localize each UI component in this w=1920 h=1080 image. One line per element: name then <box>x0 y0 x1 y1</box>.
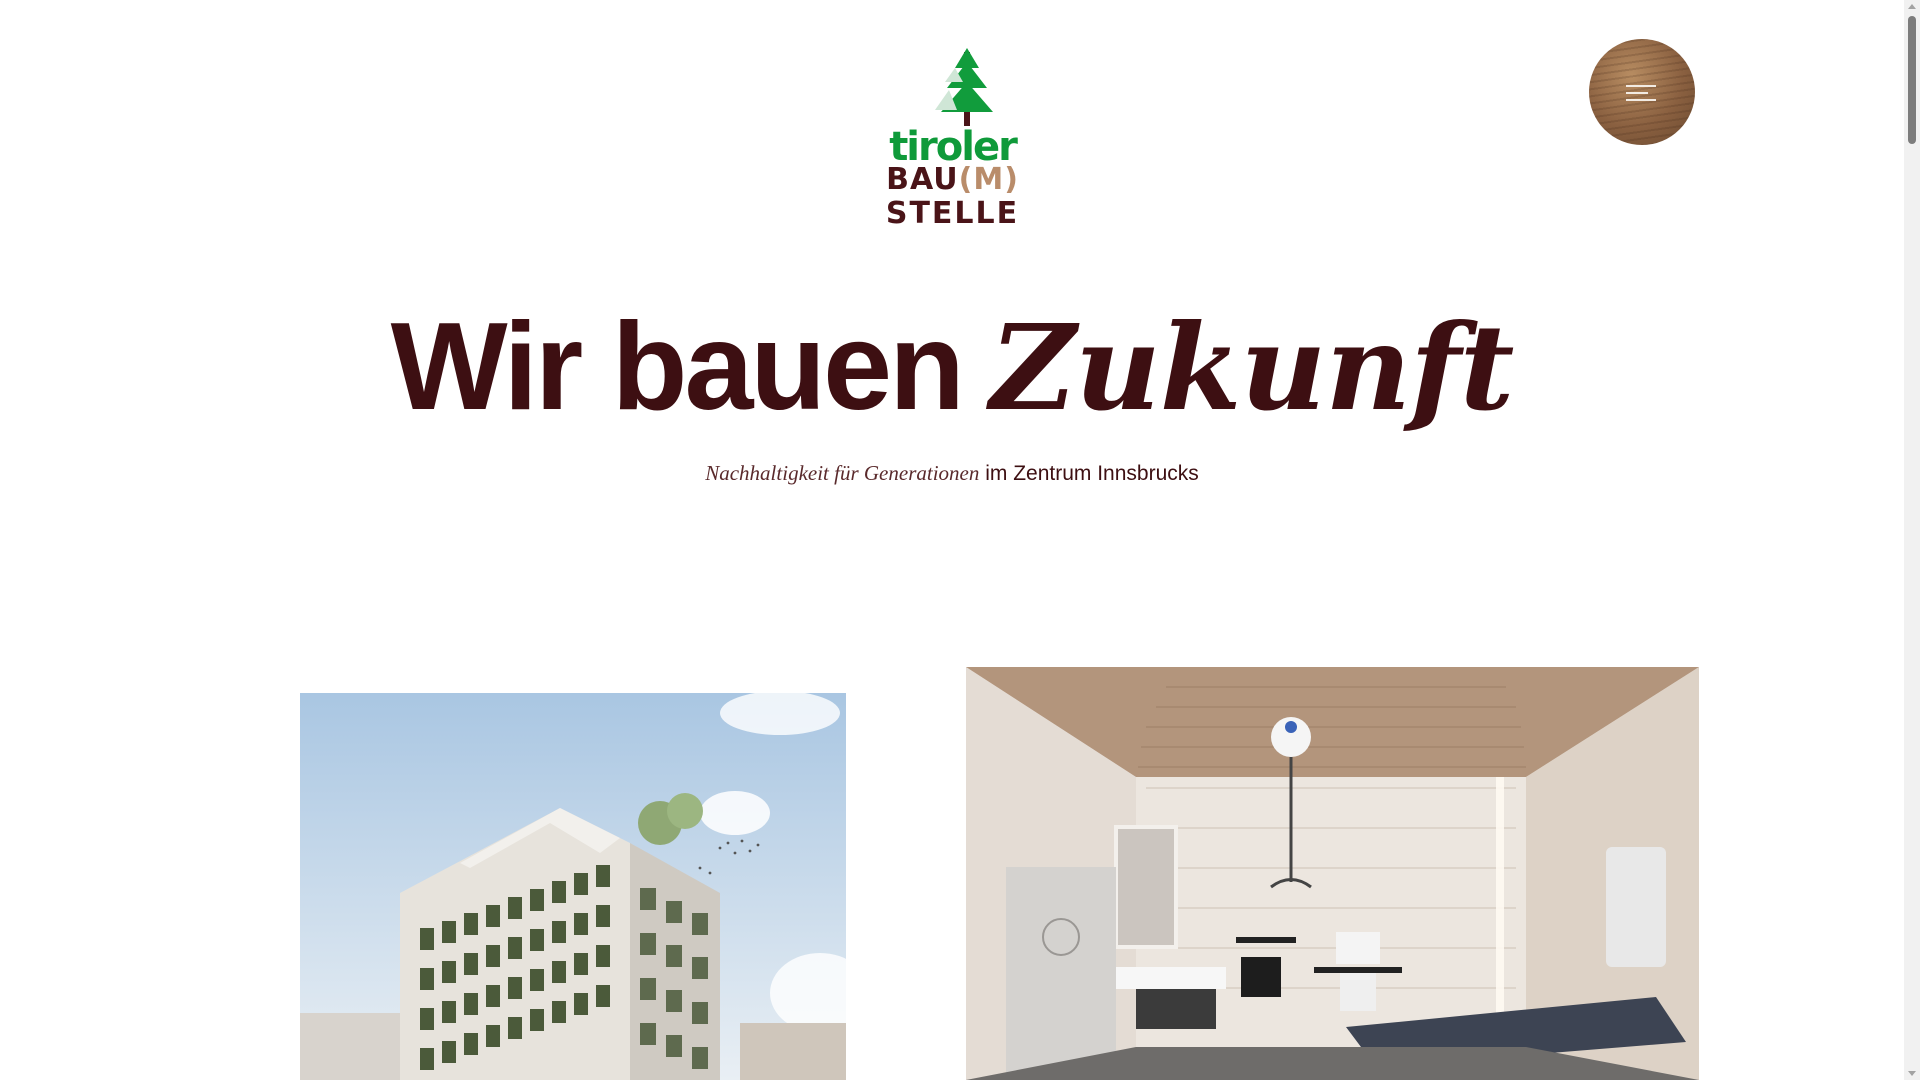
bathroom-image[interactable] <box>966 667 1699 1080</box>
vertical-scrollbar[interactable] <box>1904 0 1920 1080</box>
scroll-down-arrow-icon[interactable] <box>1908 1071 1916 1076</box>
tree-icon <box>935 48 993 126</box>
building-image[interactable] <box>300 693 846 1080</box>
logo-bau-m: BAU(M) <box>886 162 1019 197</box>
hero-title: Wir bauen Zukunft <box>0 296 1904 438</box>
hero-subtitle-fancy: Nachhaltigkeit für Generationen <box>705 461 980 485</box>
building-illustration <box>300 693 846 1080</box>
hero-title-fancy: Zukunft <box>989 298 1515 437</box>
site-logo[interactable]: tiroler BAU(M) STELLE <box>885 46 1020 231</box>
hero-subtitle: Nachhaltigkeit für Generationen im Zentr… <box>0 461 1904 486</box>
logo-stelle: STELLE <box>885 196 1020 231</box>
hero-subtitle-plain: im Zentrum Innsbrucks <box>985 462 1199 485</box>
scrollbar-thumb[interactable] <box>1908 16 1916 144</box>
bathroom-illustration <box>966 667 1699 1080</box>
page: tiroler BAU(M) STELLE Wir bauen Zukunft N… <box>0 0 1904 1080</box>
menu-button[interactable] <box>1589 39 1695 145</box>
scroll-up-arrow-icon[interactable] <box>1908 4 1916 9</box>
hero-title-plain: Wir bauen <box>390 298 965 436</box>
